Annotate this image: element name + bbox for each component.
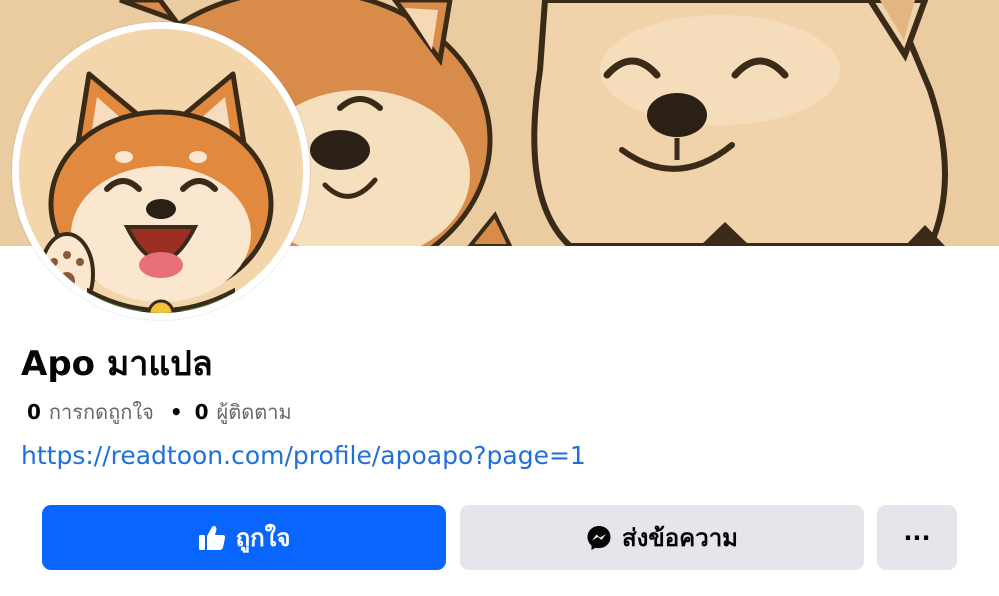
- more-dots-icon: ···: [903, 523, 931, 552]
- more-button[interactable]: ···: [877, 505, 957, 570]
- like-label: ถูกใจ: [235, 524, 291, 552]
- profile-stats: 0 การกดถูกใจ • 0 ผู้ติดตาม: [27, 396, 292, 428]
- thumbs-up-icon: [198, 525, 226, 551]
- page-title: Apo มาแปล: [21, 344, 213, 384]
- profile-page: Apo มาแปล 0 การกดถูกใจ • 0 ผู้ติดตาม htt…: [0, 0, 999, 596]
- followers-count: 0: [194, 400, 209, 424]
- followers-label[interactable]: ผู้ติดตาม: [217, 396, 292, 428]
- avatar-image: [19, 29, 303, 313]
- like-button[interactable]: ถูกใจ: [42, 505, 446, 570]
- website-link[interactable]: https://readtoon.com/profile/apoapo?page…: [21, 436, 586, 476]
- stats-separator: •: [169, 400, 183, 424]
- avatar[interactable]: [12, 22, 310, 320]
- likes-label[interactable]: การกดถูกใจ: [49, 396, 154, 428]
- messenger-icon: [586, 525, 612, 551]
- likes-count: 0: [27, 400, 41, 424]
- message-label: ส่งข้อความ: [621, 524, 738, 552]
- message-button[interactable]: ส่งข้อความ: [460, 505, 864, 570]
